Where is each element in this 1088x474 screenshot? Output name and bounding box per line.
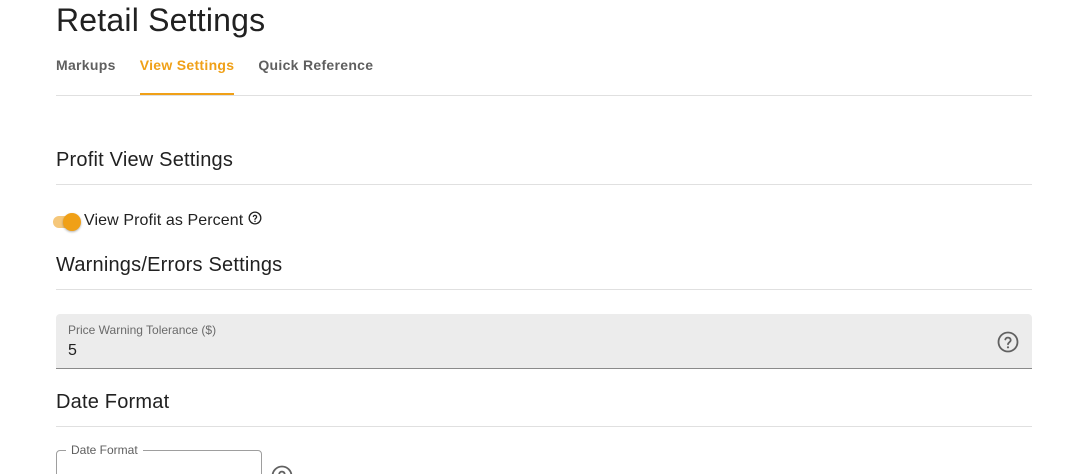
help-circle-icon[interactable] <box>248 211 262 225</box>
profit-percent-setting: View Profit as Percent <box>51 208 262 234</box>
price-warning-tolerance-field[interactable]: Price Warning Tolerance ($) <box>56 314 1032 369</box>
profit-view-divider <box>56 184 1032 185</box>
help-circle-icon[interactable] <box>270 464 294 474</box>
price-warning-tolerance-label: Price Warning Tolerance ($) <box>68 323 217 337</box>
help-circle-icon[interactable] <box>996 330 1020 354</box>
page-title: Retail Settings <box>56 2 266 38</box>
tab-quick-reference[interactable]: Quick Reference <box>258 48 373 95</box>
tab-view-settings[interactable]: View Settings <box>139 48 235 95</box>
toggle-thumb <box>63 213 81 231</box>
settings-tabs: Markups View Settings Quick Reference <box>56 48 1032 96</box>
date-format-label: Date Format <box>66 443 143 457</box>
warnings-errors-heading: Warnings/Errors Settings <box>56 254 283 276</box>
retail-settings-page: Retail Settings Markups View Settings Qu… <box>0 0 1088 474</box>
price-warning-tolerance-input[interactable] <box>68 342 968 360</box>
date-format-heading: Date Format <box>56 391 170 413</box>
profit-view-heading: Profit View Settings <box>56 149 234 171</box>
profit-percent-label: View Profit as Percent <box>84 212 244 229</box>
profit-percent-toggle[interactable] <box>51 209 83 233</box>
date-format-select[interactable]: Date Format <box>56 443 262 474</box>
tab-markups[interactable]: Markups <box>56 48 116 95</box>
date-format-divider <box>56 426 1032 427</box>
warnings-divider <box>56 289 1032 290</box>
